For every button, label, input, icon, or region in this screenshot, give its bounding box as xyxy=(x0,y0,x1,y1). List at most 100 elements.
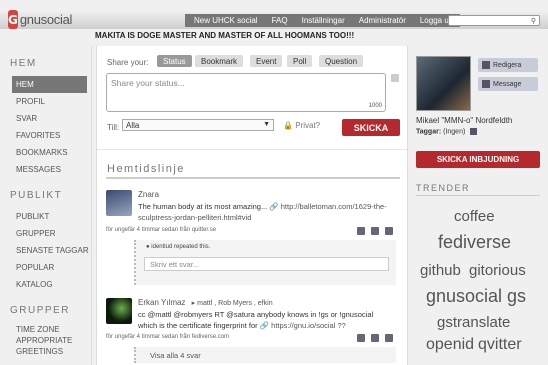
private-toggle[interactable]: 🔒 Privat? xyxy=(283,121,320,130)
favorite-icon[interactable] xyxy=(385,227,393,235)
trend-tag[interactable]: gstranslate xyxy=(437,314,510,331)
logo-text: gnusocial xyxy=(19,12,73,27)
tags-label: Taggar: xyxy=(416,128,442,136)
trend-tag[interactable]: gs xyxy=(507,286,526,307)
trend-tag[interactable]: github xyxy=(420,262,461,279)
trend-tag[interactable]: qvitter xyxy=(478,336,522,354)
profile-tags: Taggar: (Ingen) xyxy=(416,128,478,136)
notice-body: The human body at its most amazing... xyxy=(138,202,268,211)
status-placeholder: Share your status... xyxy=(111,78,185,88)
tab-status[interactable]: Status xyxy=(157,55,192,67)
nav-site-name[interactable]: New UHCK social xyxy=(194,16,258,25)
nav-faq[interactable]: FAQ xyxy=(272,16,288,25)
trends-title: TRENDER xyxy=(416,183,471,193)
timeline-title-underline xyxy=(106,177,400,179)
link-icon: 🔗 xyxy=(269,202,279,211)
send-button[interactable]: SKICKA xyxy=(342,119,400,136)
section-title-public: PUBLIKT xyxy=(10,190,63,201)
reply-input[interactable]: Skriv ett svar... xyxy=(144,257,389,271)
page: G gnusocial New UHCK social FAQ Inställn… xyxy=(0,0,548,365)
trend-tag[interactable]: openid xyxy=(426,336,474,354)
sidebar-item-messages[interactable]: MESSAGES xyxy=(0,161,91,178)
envelope-icon xyxy=(482,80,490,88)
nav-settings[interactable]: Inställningar xyxy=(302,16,345,25)
tab-poll[interactable]: Poll xyxy=(287,55,313,67)
repeat-icon[interactable] xyxy=(371,334,379,342)
attach-file-icon[interactable] xyxy=(391,74,399,82)
trend-tag[interactable]: fediverse xyxy=(438,232,511,253)
message-button[interactable]: Message xyxy=(478,77,538,91)
trend-tag[interactable]: gnusocial xyxy=(426,286,502,307)
lock-icon: 🔒 xyxy=(283,121,293,130)
logo[interactable]: G gnusocial xyxy=(8,9,72,30)
notice-meta[interactable]: för ungefär 4 timmar sedan från quitter.… xyxy=(106,227,216,233)
status-textarea[interactable]: Share your status... 1000 xyxy=(106,73,386,112)
notice-author[interactable]: Erkan Yılmaz xyxy=(138,298,185,307)
recipient-select-value: Alla xyxy=(126,120,140,130)
to-label: Till: xyxy=(107,123,120,132)
tags-value: (Ingen) xyxy=(443,128,466,136)
invite-button[interactable]: SKICKA INBJUDNING xyxy=(416,151,540,168)
repeated-info: ● identlud repeated this. xyxy=(146,244,210,250)
profile-avatar[interactable] xyxy=(416,56,471,111)
link-icon: 🔗 xyxy=(259,321,270,330)
nav-logout[interactable]: Logga ut xyxy=(420,16,451,25)
section-title-groups: GRUPPER xyxy=(10,305,70,316)
notice: Erkan Yılmaz ▸ mattl , Rob Myers , efkin… xyxy=(106,298,400,344)
notice: Znara The human body at its most amazing… xyxy=(106,190,400,238)
divider xyxy=(97,149,407,150)
sidebar-item-replies[interactable]: SVAR xyxy=(0,110,91,127)
share-label: Share your: xyxy=(107,58,149,67)
notice-author[interactable]: Znara xyxy=(138,190,159,199)
sidebar-item-favorites[interactable]: FAVORITES xyxy=(0,127,91,144)
edit-label: Redigera xyxy=(493,61,522,69)
search-input[interactable]: ⚲ xyxy=(448,15,540,26)
chevron-down-icon: ▼ xyxy=(263,121,270,128)
sidebar-item-recent-tags[interactable]: SENASTE TAGGAR xyxy=(0,242,91,259)
main-content: Share your: Status Bookmark Event Poll Q… xyxy=(96,46,408,365)
repeat-mark-icon: ● xyxy=(146,244,150,250)
sidebar-item-group[interactable]: TIME ZONE xyxy=(0,323,91,334)
tab-bookmark[interactable]: Bookmark xyxy=(195,55,244,67)
favorite-icon[interactable] xyxy=(385,334,393,342)
sidebar-item-directory[interactable]: KATALOG xyxy=(0,276,91,293)
edit-profile-button[interactable]: Redigera xyxy=(478,58,538,72)
trend-tag[interactable]: coffee xyxy=(454,208,495,225)
gnusocial-logo-icon: G xyxy=(8,10,18,29)
trend-tag[interactable]: gitorious xyxy=(469,262,526,279)
tab-question[interactable]: Question xyxy=(319,55,364,67)
sidebar-item-group[interactable]: APPROPRIATE xyxy=(0,334,91,345)
notice-recipients[interactable]: ▸ mattl , Rob Myers , efkin xyxy=(192,300,273,307)
repeat-icon[interactable] xyxy=(371,227,379,235)
avatar[interactable] xyxy=(106,298,132,324)
section-title-home: HEM xyxy=(10,58,37,69)
left-sidebar: HEM HEM PROFIL SVAR FAVORITES BOOKMARKS … xyxy=(0,46,92,365)
sidebar-item-popular[interactable]: POPULAR xyxy=(0,259,91,276)
notice-link[interactable]: https://gnu.io/social ?? xyxy=(271,321,346,330)
sidebar-item-bookmarks[interactable]: BOOKMARKS xyxy=(0,144,91,161)
sidebar-item-groups[interactable]: GRUPPER xyxy=(0,225,91,242)
tab-event[interactable]: Event xyxy=(250,55,283,67)
notice-author-line: Erkan Yılmaz ▸ mattl , Rob Myers , efkin xyxy=(138,298,273,307)
sidebar-item-home[interactable]: HEM xyxy=(12,76,87,93)
profile-name[interactable]: Mikael "MMN-o" Nordfeldth xyxy=(416,116,512,125)
repeated-text: identlud repeated this. xyxy=(151,244,211,250)
notice-text: cc @mattl @robmyers RT @satura anybody k… xyxy=(138,309,388,331)
edit-tags-icon[interactable] xyxy=(470,128,478,135)
conversation-replies: ● identlud repeated this. Skriv ett svar… xyxy=(134,240,396,285)
reply-icon[interactable] xyxy=(357,334,365,342)
sidebar-item-public[interactable]: PUBLIKT xyxy=(0,208,91,225)
search-icon[interactable]: ⚲ xyxy=(531,17,536,25)
avatar[interactable] xyxy=(106,190,132,216)
recipient-select[interactable]: Alla ▼ xyxy=(122,119,274,131)
reply-icon[interactable] xyxy=(357,227,365,235)
nav-admin[interactable]: Administratör xyxy=(359,16,406,25)
site-banner: MAKITA IS DOGE MASTER AND MASTER OF ALL … xyxy=(95,31,355,40)
sidebar-item-group[interactable]: GREETINGS xyxy=(0,345,91,356)
top-navigation: New UHCK social FAQ Inställningar Admini… xyxy=(185,14,460,27)
show-all-replies[interactable]: Visa alla 4 svar xyxy=(134,347,396,363)
message-label: Message xyxy=(493,80,522,88)
sidebar-item-profile[interactable]: PROFIL xyxy=(0,93,91,110)
char-counter: 1000 xyxy=(368,103,382,109)
notice-meta[interactable]: för ungefär 4 timmar sedan från fedivers… xyxy=(106,334,229,340)
